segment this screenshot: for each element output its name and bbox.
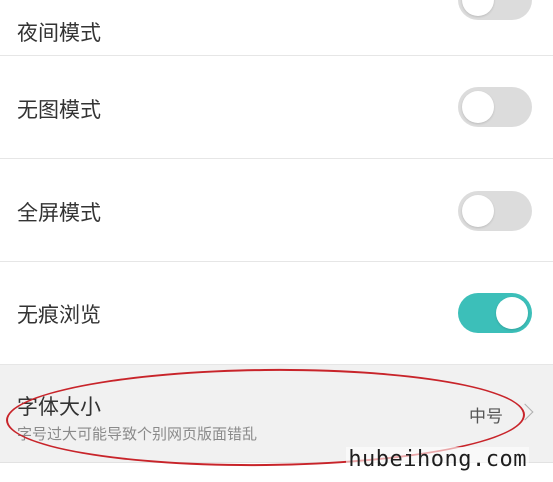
setting-row-night-mode[interactable]: 夜间模式 [0,0,553,56]
night-mode-toggle[interactable] [458,0,532,20]
setting-row-no-image-mode[interactable]: 无图模式 [0,56,553,159]
toggle-knob [462,0,494,16]
incognito-browsing-toggle[interactable] [458,293,532,333]
night-mode-label: 夜间模式 [17,21,101,45]
fullscreen-mode-label: 全屏模式 [17,201,101,225]
font-size-label: 字体大小 [17,395,101,419]
incognito-browsing-label: 无痕浏览 [17,303,101,327]
setting-row-fullscreen-mode[interactable]: 全屏模式 [0,159,553,262]
toggle-knob [496,297,528,329]
fullscreen-mode-toggle[interactable] [458,191,532,231]
setting-row-incognito-browsing[interactable]: 无痕浏览 [0,262,553,365]
chevron-right-icon [516,403,534,421]
font-size-description: 字号过大可能导致个别网页版面错乱 [17,425,258,443]
watermark: hubeihong.com [346,447,529,472]
no-image-mode-label: 无图模式 [17,98,101,122]
font-size-value: 中号 [469,407,503,427]
toggle-knob [462,91,494,123]
no-image-mode-toggle[interactable] [458,87,532,127]
toggle-knob [462,195,494,227]
